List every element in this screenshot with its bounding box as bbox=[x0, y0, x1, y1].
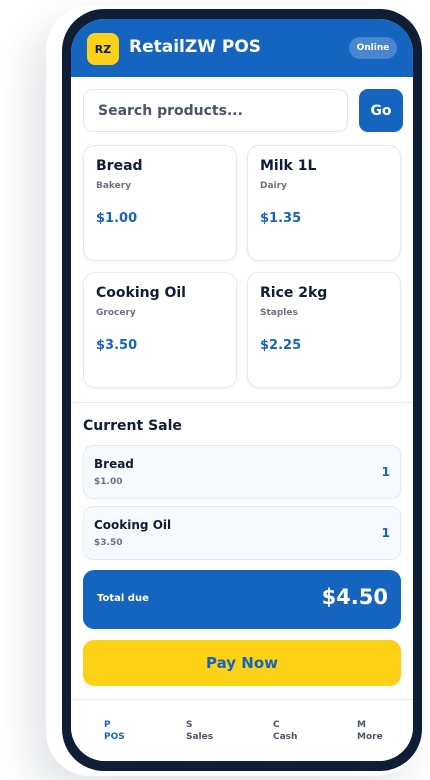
total-due-panel: Total due $4.50 bbox=[83, 570, 401, 629]
product-category: Staples bbox=[260, 308, 298, 318]
search-input[interactable] bbox=[83, 89, 348, 132]
bottom-nav: P POS S Sales C Cash M More bbox=[71, 699, 413, 761]
product-price: $1.35 bbox=[260, 211, 302, 226]
app-header: RZ RetailZW POS Online bbox=[71, 19, 413, 77]
app-screen: RZ RetailZW POS Online Go Bread Bakery $… bbox=[71, 19, 413, 761]
product-card-bread[interactable]: Bread Bakery $1.00 bbox=[83, 145, 237, 261]
cash-icon: C bbox=[273, 720, 280, 730]
nav-label: More bbox=[357, 732, 383, 742]
section-divider bbox=[71, 402, 413, 403]
status-badge: Online bbox=[349, 37, 397, 59]
nav-item-sales[interactable]: S Sales bbox=[186, 719, 236, 743]
product-price: $3.50 bbox=[96, 338, 138, 353]
product-name: Bread bbox=[96, 158, 143, 174]
nav-label: POS bbox=[104, 732, 125, 742]
product-name: Cooking Oil bbox=[96, 285, 186, 301]
sale-item-name: Cooking Oil bbox=[94, 518, 172, 532]
sales-icon: S bbox=[186, 720, 193, 730]
product-name: Milk 1L bbox=[260, 158, 317, 174]
pos-icon: P bbox=[104, 720, 111, 730]
search-go-button[interactable]: Go bbox=[359, 89, 403, 132]
nav-label: Sales bbox=[186, 732, 214, 742]
sale-item-name: Bread bbox=[94, 457, 134, 471]
pay-now-button[interactable]: Pay Now bbox=[83, 640, 401, 686]
sale-item-quantity: 1 bbox=[381, 526, 390, 540]
product-category: Dairy bbox=[260, 181, 287, 191]
more-icon: M bbox=[357, 720, 366, 730]
nav-item-more[interactable]: M More bbox=[357, 719, 407, 743]
sale-item-price: $1.00 bbox=[94, 477, 123, 487]
sale-line-item[interactable]: Bread $1.00 1 bbox=[83, 445, 401, 499]
sale-item-quantity: 1 bbox=[381, 465, 390, 479]
nav-item-pos[interactable]: P POS bbox=[104, 719, 154, 743]
product-category: Grocery bbox=[96, 308, 136, 318]
current-sale-title: Current Sale bbox=[83, 418, 182, 434]
sale-item-price: $3.50 bbox=[94, 538, 123, 548]
sale-line-item[interactable]: Cooking Oil $3.50 1 bbox=[83, 506, 401, 560]
product-price: $2.25 bbox=[260, 338, 302, 353]
nav-item-cash[interactable]: C Cash bbox=[273, 719, 323, 743]
product-card-rice[interactable]: Rice 2kg Staples $2.25 bbox=[247, 272, 401, 388]
product-price: $1.00 bbox=[96, 211, 138, 226]
total-due-label: Total due bbox=[97, 593, 149, 604]
app-title: RetailZW POS bbox=[129, 37, 262, 57]
product-card-milk[interactable]: Milk 1L Dairy $1.35 bbox=[247, 145, 401, 261]
product-name: Rice 2kg bbox=[260, 285, 328, 301]
nav-label: Cash bbox=[273, 732, 298, 742]
total-due-amount: $4.50 bbox=[321, 585, 388, 609]
product-category: Bakery bbox=[96, 181, 132, 191]
app-logo: RZ bbox=[87, 33, 119, 65]
product-card-cooking-oil[interactable]: Cooking Oil Grocery $3.50 bbox=[83, 272, 237, 388]
